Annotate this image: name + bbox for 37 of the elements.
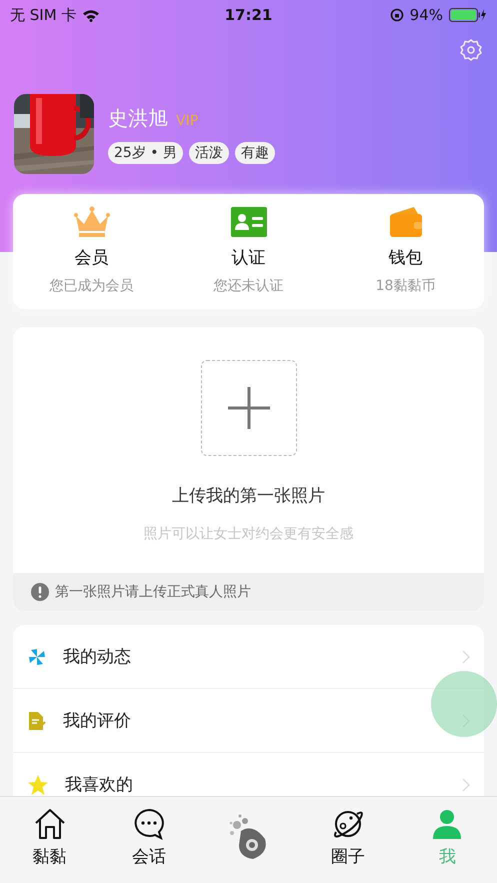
stat-subtitle: 您已成为会员 (50, 277, 134, 295)
star-icon (27, 774, 49, 796)
chevron-icon (462, 650, 470, 664)
stat-title: 钱包 (388, 247, 422, 269)
carrier-label: 无 SIM 卡 (10, 6, 76, 24)
profile-tag: 25岁 • 男 (108, 142, 183, 164)
battery-charging-icon (449, 8, 487, 22)
exclamation-icon (31, 583, 49, 601)
tab-item[interactable]: 会话 (99, 797, 199, 883)
settings-icon[interactable] (459, 38, 483, 62)
document-pen-icon (27, 710, 47, 730)
home-icon (32, 807, 67, 841)
rotation-lock-icon (390, 8, 404, 22)
stat-subtitle: 您还未认证 (214, 277, 284, 295)
wifi-icon (82, 8, 100, 22)
pinwheel-icon (27, 646, 47, 666)
stat-title: 会员 (74, 247, 108, 269)
tab-item[interactable]: 黏黏 (0, 797, 100, 883)
menu-item[interactable]: 我的评价 (13, 689, 484, 753)
tab-item[interactable]: 圈子 (298, 797, 398, 883)
battery-percent: 94% (410, 6, 443, 24)
wallet-icon (388, 206, 424, 238)
user-name: 史洪旭 (108, 104, 168, 132)
vip-label: VIP (176, 112, 198, 128)
add-photo-button[interactable] (200, 360, 296, 456)
id-card-icon (230, 206, 268, 238)
upload-hint: 照片可以让女士对约会更有安全感 (144, 525, 354, 543)
notice-text: 第一张照片请上传正式真人照片 (55, 583, 251, 601)
clock-time: 17:21 (224, 6, 272, 24)
plus-icon (226, 386, 270, 430)
upload-title: 上传我的第一张照片 (172, 485, 325, 507)
stat-title: 认证 (232, 247, 266, 269)
crown-icon (74, 206, 110, 238)
stat-subtitle: 18黏黏币 (376, 277, 436, 295)
menu-item[interactable]: 我的动态 (13, 625, 484, 689)
chat-bubble-icon (132, 807, 166, 841)
chevron-icon (462, 778, 470, 792)
